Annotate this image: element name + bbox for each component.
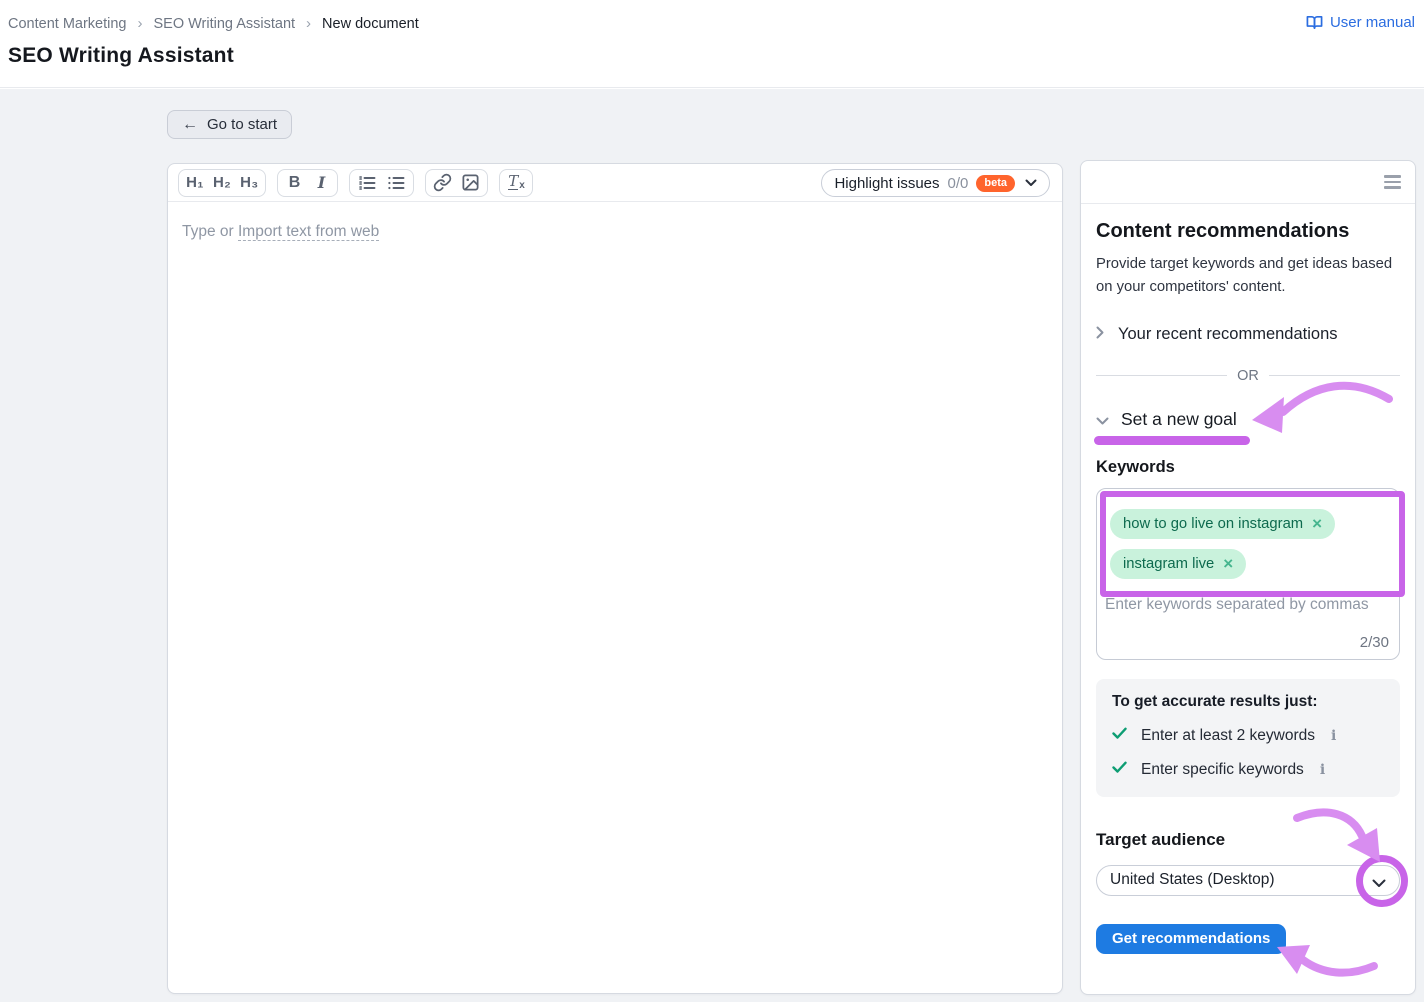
insert-link-button[interactable]	[429, 171, 456, 195]
link-icon	[433, 173, 452, 192]
annotation-underline	[1094, 436, 1250, 445]
tip-item: Enter specific keywords i	[1112, 761, 1384, 779]
target-audience-label: Target audience	[1096, 830, 1400, 850]
highlight-issues-label: Highlight issues	[834, 175, 939, 192]
get-recommendations-button[interactable]: Get recommendations	[1096, 924, 1286, 954]
sidebar-content: Content recommendations Provide target k…	[1081, 204, 1415, 954]
remove-keyword-icon[interactable]: ×	[1312, 515, 1322, 532]
bullet-list-icon	[386, 173, 406, 193]
beta-badge: beta	[976, 175, 1015, 192]
check-icon	[1112, 727, 1127, 745]
heading2-button[interactable]: H₂	[209, 171, 235, 195]
keyword-tag: instagram live ×	[1110, 549, 1246, 579]
format-button-group: B I	[277, 169, 338, 197]
sidebar-topbar	[1081, 161, 1415, 204]
book-icon	[1306, 14, 1323, 31]
or-divider: OR	[1096, 368, 1400, 384]
check-icon	[1112, 761, 1127, 779]
back-arrow-icon: ←	[182, 116, 198, 134]
highlight-issues-counter: 0/0	[948, 175, 969, 192]
clear-formatting-icon: Tx	[508, 174, 525, 191]
tip-text: Enter at least 2 keywords	[1141, 727, 1315, 745]
keyword-tag: how to go live on instagram ×	[1110, 509, 1335, 539]
editor-placeholder: Type or	[182, 223, 238, 240]
info-icon[interactable]: i	[1320, 762, 1325, 778]
breadcrumb-content-marketing[interactable]: Content Marketing	[8, 16, 126, 32]
set-new-goal-label: Set a new goal	[1121, 409, 1237, 430]
breadcrumb-separator-icon: ›	[306, 15, 311, 32]
breadcrumb-separator-icon: ›	[137, 15, 142, 32]
header: Content Marketing › SEO Writing Assistan…	[0, 0, 1424, 88]
breadcrumb: Content Marketing › SEO Writing Assistan…	[8, 15, 419, 32]
chevron-down-icon	[1096, 409, 1109, 430]
recent-recommendations-label: Your recent recommendations	[1118, 325, 1338, 344]
image-icon	[461, 173, 480, 192]
editor-toolbar: H₁ H₂ H₃ B I	[168, 164, 1062, 202]
insert-image-button[interactable]	[457, 171, 484, 195]
seo-writing-assistant-page: Content Marketing › SEO Writing Assistan…	[0, 0, 1424, 1002]
heading1-button[interactable]: H₁	[182, 171, 208, 195]
tips-box: To get accurate results just: Enter at l…	[1096, 679, 1400, 797]
ordered-list-icon	[357, 173, 377, 193]
remove-keyword-icon[interactable]: ×	[1223, 555, 1233, 572]
keyword-tags: how to go live on instagram × instagram …	[1110, 509, 1335, 579]
tip-text: Enter specific keywords	[1141, 761, 1304, 779]
highlight-issues-dropdown[interactable]: Highlight issues 0/0 beta	[821, 169, 1050, 197]
chevron-down-icon[interactable]	[1372, 875, 1386, 893]
page-title: SEO Writing Assistant	[8, 44, 234, 68]
insert-button-group	[425, 169, 488, 197]
target-audience-value: United States (Desktop)	[1110, 871, 1275, 889]
list-button-group	[349, 169, 414, 197]
breadcrumb-new-document: New document	[322, 16, 419, 32]
heading3-button[interactable]: H₃	[236, 171, 262, 195]
italic-button[interactable]: I	[308, 171, 334, 195]
import-text-from-web-link[interactable]: Import text from web	[238, 223, 379, 241]
breadcrumb-seo-writing-assistant[interactable]: SEO Writing Assistant	[153, 16, 295, 32]
recent-recommendations-toggle[interactable]: Your recent recommendations	[1096, 325, 1400, 344]
menu-icon[interactable]	[1384, 175, 1401, 189]
keywords-label: Keywords	[1096, 458, 1400, 477]
bold-button[interactable]: B	[281, 171, 307, 195]
user-manual-link[interactable]: User manual	[1306, 14, 1415, 31]
set-new-goal-toggle[interactable]: Set a new goal	[1096, 409, 1400, 430]
bullet-list-button[interactable]	[382, 171, 410, 195]
user-manual-label: User manual	[1330, 14, 1415, 31]
recommendations-sidebar: Content recommendations Provide target k…	[1080, 160, 1416, 995]
clear-format-button-group: Tx	[499, 169, 533, 197]
tip-item: Enter at least 2 keywords i	[1112, 727, 1384, 745]
content-area: ← Go to start H₁ H₂ H₃ B I	[0, 89, 1424, 1002]
go-to-start-button[interactable]: ← Go to start	[167, 110, 292, 139]
editor-body[interactable]: Type or Import text from web	[168, 202, 1062, 993]
keyword-tag-label: instagram live	[1123, 556, 1214, 572]
heading-button-group: H₁ H₂ H₃	[178, 169, 266, 197]
editor-panel: H₁ H₂ H₃ B I	[167, 163, 1063, 994]
clear-formatting-button[interactable]: Tx	[503, 171, 529, 195]
target-audience-select[interactable]: United States (Desktop)	[1096, 865, 1400, 896]
keyword-tag-label: how to go live on instagram	[1123, 516, 1303, 532]
go-to-start-label: Go to start	[207, 116, 277, 133]
ordered-list-button[interactable]	[353, 171, 381, 195]
or-label: OR	[1237, 368, 1259, 384]
keywords-input[interactable]: how to go live on instagram × instagram …	[1096, 488, 1400, 660]
keywords-placeholder: Enter keywords separated by commas	[1105, 596, 1369, 614]
info-icon[interactable]: i	[1331, 728, 1336, 744]
tips-title: To get accurate results just:	[1112, 693, 1384, 711]
chevron-right-icon	[1096, 325, 1104, 344]
recommendations-description: Provide target keywords and get ideas ba…	[1096, 253, 1400, 299]
content-recommendations-heading: Content recommendations	[1096, 220, 1400, 243]
chevron-down-icon	[1023, 174, 1037, 192]
keywords-counter: 2/30	[1360, 634, 1389, 651]
